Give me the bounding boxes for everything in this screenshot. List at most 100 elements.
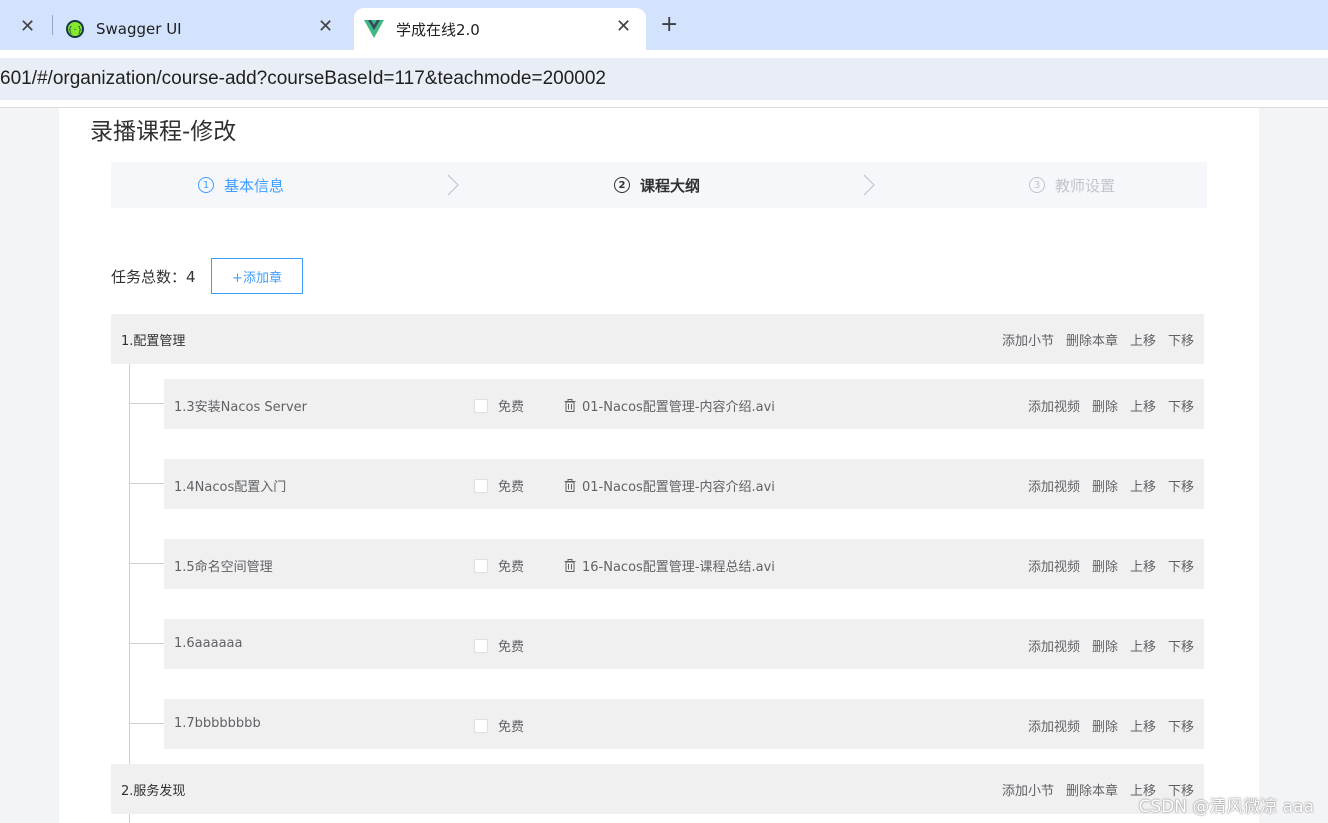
chapter-actions: 添加小节 删除本章 上移 下移	[1002, 330, 1194, 349]
close-tab-icon[interactable]: ✕	[616, 16, 631, 37]
browser-tab-active[interactable]: 学成在线2.0 ✕	[354, 8, 646, 50]
tree-connector	[129, 814, 130, 823]
move-up-link[interactable]: 上移	[1130, 636, 1156, 655]
watermark: CSDN @清风微凉 aaa	[1138, 797, 1314, 817]
move-up-link[interactable]: 上移	[1130, 716, 1156, 735]
add-video-link[interactable]: 添加视频	[1028, 636, 1080, 655]
free-label: 免费	[498, 720, 525, 735]
add-video-link[interactable]: 添加视频	[1028, 556, 1080, 575]
tab-title: Swagger UI	[96, 20, 182, 38]
checkbox-box[interactable]	[474, 398, 488, 413]
move-down-link[interactable]: 下移	[1168, 396, 1194, 415]
checkbox-box[interactable]	[474, 718, 488, 733]
media-file: 01-Nacos配置管理-内容介绍.avi	[564, 396, 775, 415]
swagger-favicon-icon: {·}	[66, 20, 84, 38]
tree-branch	[130, 563, 164, 564]
section-row: 1.6aaaaaa 免费 添加视频 删除 上移 下移	[164, 619, 1204, 669]
tree-branch	[130, 403, 164, 404]
delete-section-link[interactable]: 删除	[1092, 476, 1118, 495]
tree-branch	[130, 483, 164, 484]
section-actions: 添加视频 删除 上移 下移	[1028, 396, 1194, 415]
chapter-title: 2.服务发现	[121, 783, 186, 799]
chapter-title: 1.配置管理	[121, 333, 186, 349]
move-up-link[interactable]: 上移	[1130, 476, 1156, 495]
delete-chapter-link[interactable]: 删除本章	[1066, 780, 1118, 799]
move-down-link[interactable]: 下移	[1168, 330, 1194, 349]
free-label: 免费	[498, 400, 525, 415]
free-checkbox[interactable]: 免费	[474, 396, 524, 415]
move-up-link[interactable]: 上移	[1130, 396, 1156, 415]
browser-tab-swagger[interactable]: {·} Swagger UI ✕	[66, 8, 346, 50]
free-label: 免费	[498, 560, 525, 575]
delete-section-link[interactable]: 删除	[1092, 636, 1118, 655]
move-up-link[interactable]: 上移	[1130, 556, 1156, 575]
step-number: 3	[1029, 177, 1045, 193]
tree-branch	[130, 723, 164, 724]
add-video-link[interactable]: 添加视频	[1028, 716, 1080, 735]
add-section-link[interactable]: 添加小节	[1002, 780, 1054, 799]
address-bar: 601/#/organization/course-add?courseBase…	[0, 50, 1328, 108]
chevron-right-icon	[447, 174, 459, 196]
step-number: 1	[198, 177, 214, 193]
section-row: 1.4Nacos配置入门 免费 01-Nacos配置管理-内容介绍.avi 添加…	[164, 459, 1204, 509]
section-actions: 添加视频 删除 上移 下移	[1028, 476, 1194, 495]
step-label: 基本信息	[224, 176, 285, 195]
move-down-link[interactable]: 下移	[1168, 476, 1194, 495]
media-filename: 01-Nacos配置管理-内容介绍.avi	[582, 400, 775, 415]
media-filename: 01-Nacos配置管理-内容介绍.avi	[582, 480, 775, 495]
browser-tab-partial[interactable]: ✕	[0, 8, 50, 50]
section-actions: 添加视频 删除 上移 下移	[1028, 636, 1194, 655]
step-teacher-settings[interactable]: 3 教师设置	[1029, 162, 1115, 208]
section-row: 1.3安装Nacos Server 免费 01-Nacos配置管理-内容介绍.a…	[164, 379, 1204, 429]
task-total-label: 任务总数：4	[111, 268, 196, 286]
add-video-link[interactable]: 添加视频	[1028, 476, 1080, 495]
vue-favicon-icon	[364, 20, 384, 38]
delete-chapter-link[interactable]: 删除本章	[1066, 330, 1118, 349]
step-label: 课程大纲	[640, 176, 701, 195]
chapter-row: 1.配置管理 添加小节 删除本章 上移 下移	[111, 314, 1204, 364]
delete-section-link[interactable]: 删除	[1092, 716, 1118, 735]
trash-icon[interactable]	[564, 479, 576, 492]
move-down-link[interactable]: 下移	[1168, 636, 1194, 655]
url-text: 601/#/organization/course-add?courseBase…	[0, 68, 606, 89]
new-tab-icon[interactable]: +	[660, 12, 678, 37]
free-checkbox[interactable]: 免费	[474, 636, 524, 655]
trash-icon[interactable]	[564, 559, 576, 572]
checkbox-box[interactable]	[474, 478, 488, 493]
media-filename: 16-Nacos配置管理-课程总结.avi	[582, 560, 775, 575]
move-up-link[interactable]: 上移	[1130, 330, 1156, 349]
move-down-link[interactable]: 下移	[1168, 716, 1194, 735]
close-tab-icon[interactable]: ✕	[318, 16, 333, 37]
close-tab-icon[interactable]: ✕	[20, 16, 35, 37]
step-basic-info[interactable]: 1 基本信息	[198, 162, 284, 208]
tab-separator	[52, 15, 53, 35]
delete-section-link[interactable]: 删除	[1092, 556, 1118, 575]
tree-connector	[129, 364, 130, 764]
checkbox-box[interactable]	[474, 558, 488, 573]
section-title: 1.5命名空间管理	[174, 560, 273, 575]
move-down-link[interactable]: 下移	[1168, 556, 1194, 575]
section-row: 1.5命名空间管理 免费 16-Nacos配置管理-课程总结.avi 添加视频 …	[164, 539, 1204, 589]
section-title: 1.7bbbbbbbb	[174, 716, 261, 731]
section-actions: 添加视频 删除 上移 下移	[1028, 716, 1194, 735]
step-outline[interactable]: 2 课程大纲	[614, 162, 700, 208]
tab-title: 学成在线2.0	[396, 20, 480, 39]
add-video-link[interactable]: 添加视频	[1028, 396, 1080, 415]
delete-section-link[interactable]: 删除	[1092, 396, 1118, 415]
free-checkbox[interactable]: 免费	[474, 476, 524, 495]
url-input[interactable]: 601/#/organization/course-add?courseBase…	[0, 58, 1328, 100]
free-label: 免费	[498, 640, 525, 655]
trash-icon[interactable]	[564, 399, 576, 412]
step-label: 教师设置	[1055, 176, 1116, 195]
section-title: 1.6aaaaaa	[174, 636, 243, 651]
chevron-right-icon	[863, 174, 875, 196]
add-chapter-button[interactable]: +添加章	[211, 258, 303, 294]
free-checkbox[interactable]: 免费	[474, 556, 524, 575]
add-section-link[interactable]: 添加小节	[1002, 330, 1054, 349]
chapter-row: 2.服务发现 添加小节 删除本章 上移 下移	[111, 764, 1204, 814]
browser-tab-strip: ✕ {·} Swagger UI ✕ 学成在线2.0 ✕ +	[0, 0, 1328, 50]
section-row: 1.7bbbbbbbb 免费 添加视频 删除 上移 下移	[164, 699, 1204, 749]
free-label: 免费	[498, 480, 525, 495]
free-checkbox[interactable]: 免费	[474, 716, 524, 735]
checkbox-box[interactable]	[474, 638, 488, 653]
